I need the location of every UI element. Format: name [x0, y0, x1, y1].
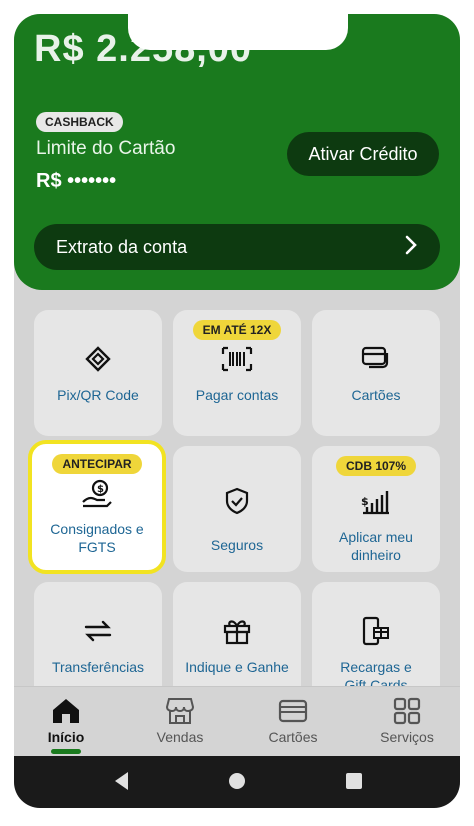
service-label: Aplicar meu dinheiro: [339, 529, 413, 563]
nav-label: Cartões: [268, 729, 318, 745]
camera-notch: [128, 14, 348, 50]
back-icon[interactable]: [112, 770, 132, 797]
svg-text:$: $: [97, 484, 104, 495]
nav-label: Início: [47, 729, 85, 745]
gift-icon: [222, 616, 252, 646]
store-icon: [165, 698, 195, 724]
transfer-icon: [83, 616, 113, 646]
phone-screen: R$ 2.258,00 CASHBACK Limite do Cartão R$…: [14, 14, 460, 808]
nav-label: Vendas: [156, 729, 204, 745]
service-label: Consignados e FGTS: [50, 521, 144, 555]
svg-text:$: $: [361, 495, 369, 508]
statement-label: Extrato da conta: [56, 236, 188, 257]
service-label: Indique e Ganhe: [185, 659, 289, 675]
active-indicator: [51, 749, 81, 754]
activate-credit-button[interactable]: Ativar Crédito: [287, 132, 439, 176]
system-navigation-bar: [14, 756, 460, 808]
service-card-payroll-loans[interactable]: ANTECIPAR $ Consignados e FGTS: [28, 440, 166, 574]
service-card-pay-bills[interactable]: EM ATÉ 12X Pagar contas: [173, 310, 301, 436]
money-hand-icon: $: [81, 478, 113, 508]
service-card-pix[interactable]: Pix/QR Code: [34, 310, 162, 436]
card-limit-label: Limite do Cartão: [36, 138, 176, 159]
cards-icon: [361, 344, 391, 374]
nav-services[interactable]: Serviços: [357, 697, 457, 745]
barcode-icon: [221, 344, 253, 374]
card-limit-value: R$ •••••••: [36, 170, 117, 192]
service-tag: CDB 107%: [335, 456, 417, 476]
statement-button[interactable]: Extrato da conta: [34, 224, 440, 270]
recent-apps-icon[interactable]: [344, 770, 364, 797]
service-label: Cartões: [351, 387, 401, 403]
phone-gift-icon: [361, 616, 391, 646]
account-header: R$ 2.258,00 CASHBACK Limite do Cartão R$…: [14, 14, 460, 290]
nav-home[interactable]: Início: [16, 697, 116, 754]
cashback-badge: CASHBACK: [36, 112, 123, 132]
pix-icon: [85, 344, 111, 374]
investment-icon: $: [361, 486, 391, 516]
service-card-insurance[interactable]: Seguros: [173, 446, 301, 572]
service-label: Transferências: [51, 659, 145, 675]
chevron-right-icon: [404, 235, 418, 260]
bottom-navigation: Início Vendas Cartões Serviços: [14, 686, 460, 757]
service-tag: EM ATÉ 12X: [192, 320, 282, 340]
card-icon: [278, 699, 308, 723]
service-card-cards[interactable]: Cartões: [312, 310, 440, 436]
service-label: Pix/QR Code: [57, 387, 139, 403]
shield-icon: [225, 486, 249, 516]
grid-icon: [393, 697, 421, 725]
service-label: Pagar contas: [195, 387, 279, 403]
home-icon: [53, 699, 79, 723]
service-label: Seguros: [210, 537, 264, 553]
home-circle-icon[interactable]: [227, 770, 247, 797]
nav-cards[interactable]: Cartões: [243, 697, 343, 745]
service-tag: ANTECIPAR: [52, 454, 142, 474]
nav-sales[interactable]: Vendas: [130, 697, 230, 745]
service-card-invest[interactable]: CDB 107% $ Aplicar meu dinheiro: [312, 446, 440, 572]
nav-label: Serviços: [380, 729, 434, 745]
